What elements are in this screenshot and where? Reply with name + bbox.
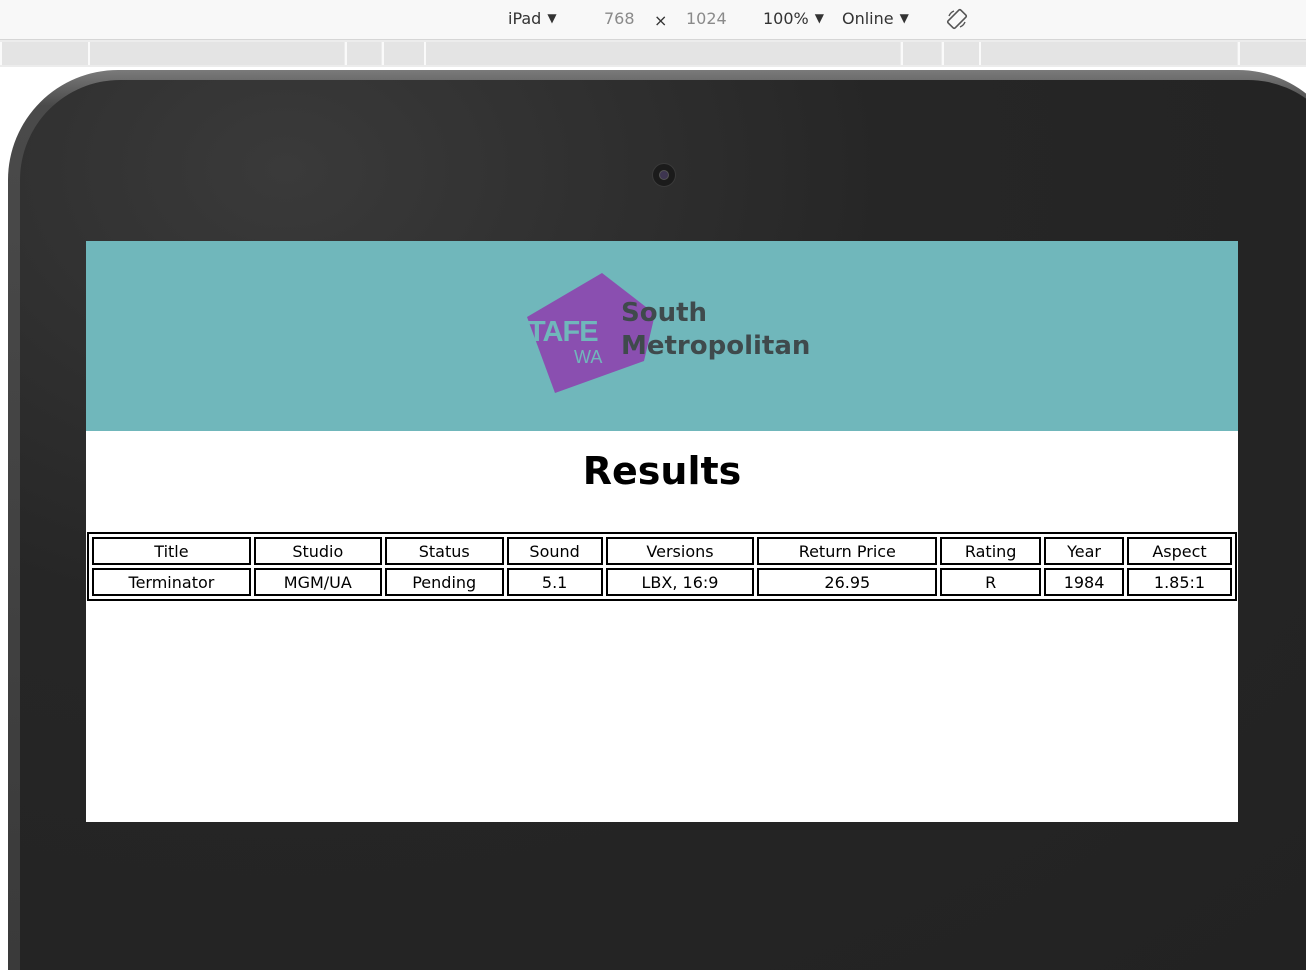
cell-title: Terminator: [92, 568, 251, 596]
rotate-icon[interactable]: [946, 8, 968, 30]
cell-versions: LBX, 16:9: [605, 568, 755, 596]
cell-return-price: 26.95: [757, 568, 938, 596]
page-title: Results: [582, 449, 742, 493]
svg-text:WA: WA: [574, 347, 602, 367]
column-header-versions: Versions: [605, 537, 755, 565]
column-header-title: Title: [92, 537, 251, 565]
device-select[interactable]: iPad ▼: [508, 9, 557, 30]
cell-year: 1984: [1044, 568, 1125, 596]
column-header-rating: Rating: [940, 537, 1042, 565]
height-input[interactable]: 1024: [686, 9, 727, 29]
media-query-segment[interactable]: [0, 42, 88, 65]
media-query-segment[interactable]: [382, 42, 424, 65]
caret-down-icon: ▼: [899, 11, 909, 25]
column-header-status: Status: [384, 537, 504, 565]
header-banner: TAFE WA South Metropolitan: [86, 241, 1238, 431]
media-query-segment[interactable]: [345, 42, 381, 65]
dimension-times: ×: [654, 11, 668, 30]
zoom-select-label: 100%: [763, 9, 809, 28]
caret-down-icon: ▼: [547, 11, 557, 25]
device-select-label: iPad: [508, 9, 542, 28]
column-header-aspect: Aspect: [1127, 537, 1232, 565]
column-header-return-price: Return Price: [757, 537, 938, 565]
device-screen: TAFE WA South Metropolitan Results Title…: [86, 241, 1238, 822]
table-row: Terminator MGM/UA Pending 5.1 LBX, 16:9 …: [92, 568, 1232, 596]
media-query-segment[interactable]: [88, 42, 344, 65]
network-throttle-select[interactable]: Online ▼: [842, 9, 909, 30]
cell-studio: MGM/UA: [253, 568, 382, 596]
column-header-studio: Studio: [253, 537, 382, 565]
logo-wordmark: South Metropolitan: [621, 297, 810, 363]
network-select-label: Online: [842, 9, 894, 28]
width-input[interactable]: 768: [604, 9, 635, 29]
media-query-bar: [0, 40, 1306, 67]
cell-rating: R: [940, 568, 1042, 596]
table-header-row: Title Studio Status Sound Versions Retur…: [92, 537, 1232, 565]
column-header-year: Year: [1044, 537, 1125, 565]
cell-status: Pending: [384, 568, 504, 596]
cell-sound: 5.1: [506, 568, 603, 596]
column-header-sound: Sound: [506, 537, 603, 565]
logo-line-south: South: [621, 298, 708, 328]
logo-line-metropolitan: Metropolitan: [621, 331, 811, 361]
device-toolbar: iPad ▼ 768 × 1024 100% ▼ Online ▼: [0, 0, 1306, 40]
zoom-select[interactable]: 100% ▼: [763, 9, 824, 30]
results-table: Title Studio Status Sound Versions Retur…: [87, 532, 1237, 601]
media-query-segment[interactable]: [424, 42, 900, 65]
media-query-segment[interactable]: [979, 42, 1237, 65]
media-query-segment[interactable]: [1238, 42, 1306, 65]
media-query-segment[interactable]: [901, 42, 941, 65]
cell-aspect: 1.85:1: [1127, 568, 1232, 596]
camera-icon: [652, 163, 676, 187]
svg-text:TAFE: TAFE: [528, 316, 598, 348]
caret-down-icon: ▼: [814, 11, 824, 25]
media-query-segment[interactable]: [942, 42, 979, 65]
